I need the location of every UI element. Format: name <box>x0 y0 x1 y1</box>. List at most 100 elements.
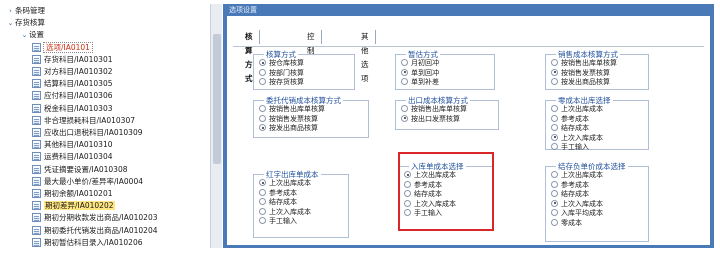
radio-option-label: 按仓库核算 <box>269 59 304 67</box>
radio-option[interactable]: 按销售出库单核算 <box>551 59 617 68</box>
tree-folder[interactable]: ⌄ 设置 <box>20 28 44 41</box>
tab-other-options[interactable]: 其他选项 <box>355 30 376 83</box>
radio-unselected-icon[interactable] <box>551 180 558 188</box>
radio-unselected-icon[interactable] <box>259 207 266 215</box>
group-zero-cost-outbound: 零成本出库选择 上次出库成本 参考成本 结存成本 上次入库成本 手工输入 <box>545 96 649 152</box>
tree-item[interactable]: 其他科目/IA010310 <box>32 138 113 151</box>
radio-option[interactable]: 参考成本 <box>259 188 297 198</box>
tab-control-method[interactable]: 控制方式 <box>301 30 322 83</box>
radio-option[interactable]: 上次出库成本 <box>551 105 603 114</box>
radio-option[interactable]: 按出口发票核算 <box>401 114 460 124</box>
radio-option[interactable]: 按发出商品核算 <box>551 78 610 87</box>
radio-unselected-icon[interactable] <box>259 105 266 112</box>
radio-option[interactable]: 月初回冲 <box>401 59 439 68</box>
radio-selected-icon[interactable] <box>259 124 266 132</box>
radio-option[interactable]: 结存成本 <box>551 124 589 133</box>
radio-unselected-icon[interactable] <box>551 78 558 86</box>
tab-costing-method[interactable]: 核算方式 <box>239 30 260 83</box>
radio-unselected-icon[interactable] <box>259 198 266 206</box>
radio-option[interactable]: 按销售出库单核算 <box>259 105 325 114</box>
navigation-tree: › 条码管理 ⌄ 存货核算 ⌄ 设置 选项/IA0101 存货科目/IA010301 对方科目/… <box>4 4 209 248</box>
radio-selected-icon[interactable] <box>551 133 558 141</box>
tree-item[interactable]: 期初差异/IA010202 <box>32 199 115 212</box>
radio-option[interactable]: 结存成本 <box>551 190 589 199</box>
document-icon <box>32 67 41 76</box>
radio-unselected-icon[interactable] <box>551 59 558 66</box>
radio-unselected-icon[interactable] <box>259 217 266 225</box>
radio-option[interactable]: 按发出商品核算 <box>259 124 318 133</box>
radio-unselected-icon[interactable] <box>259 114 266 122</box>
radio-unselected-icon[interactable] <box>551 209 558 217</box>
radio-selected-icon[interactable] <box>551 199 558 207</box>
tree-item-label: 期初余额/IA010201 <box>44 189 113 198</box>
tree-item[interactable]: 期初余额/IA010201 <box>32 187 113 200</box>
radio-option[interactable]: 按销售发票核算 <box>551 68 610 78</box>
radio-selected-icon[interactable] <box>259 179 266 186</box>
tree-item[interactable]: 选项/IA0101 <box>32 41 93 54</box>
chevron-down-icon[interactable]: ⌄ <box>6 17 15 30</box>
tree-item[interactable]: 最大最小单价/差异率/IA0004 <box>32 175 143 188</box>
radio-unselected-icon[interactable] <box>551 114 558 122</box>
radio-selected-icon[interactable] <box>401 68 408 76</box>
tree-item[interactable]: 期初分期收款发出商品/IA010203 <box>32 211 158 224</box>
tree-item[interactable]: 凭证摘要设置/IA010308 <box>32 163 128 176</box>
radio-unselected-icon[interactable] <box>401 105 408 112</box>
tree-item[interactable]: 非合理损耗科目/IA010307 <box>32 114 135 127</box>
radio-option[interactable]: 按销售出库单核算 <box>401 105 467 114</box>
radio-option[interactable]: 上次出库成本 <box>551 171 603 180</box>
radio-unselected-icon[interactable] <box>551 105 558 112</box>
radio-option[interactable]: 上次入库成本 <box>551 199 603 209</box>
radio-option[interactable]: 按仓库核算 <box>259 59 304 68</box>
tree-scrollbar[interactable] <box>210 4 222 248</box>
radio-unselected-icon[interactable] <box>551 124 558 132</box>
radio-selected-icon[interactable] <box>401 114 408 122</box>
radio-option[interactable]: 手工输入 <box>259 217 297 226</box>
radio-selected-icon[interactable] <box>259 59 266 66</box>
radio-option[interactable]: 上次入库成本 <box>259 207 311 217</box>
tree-item[interactable]: 税金科目/IA010303 <box>32 102 113 115</box>
radio-option[interactable]: 单到回冲 <box>401 68 439 78</box>
tree-item[interactable]: 应收出口退税科目/IA010309 <box>32 126 143 139</box>
tree-folder[interactable]: ⌄ 存货核算 <box>6 16 45 29</box>
tree-item[interactable]: 运费科目/IA010304 <box>32 150 113 163</box>
tree-item-label: 最大最小单价/差异率/IA0004 <box>44 176 143 186</box>
radio-unselected-icon[interactable] <box>259 68 266 76</box>
radio-option[interactable]: 单到补差 <box>401 78 439 87</box>
chevron-down-icon[interactable]: ⌄ <box>20 29 29 42</box>
tree-item[interactable]: 结算科目/IA010305 <box>32 77 113 90</box>
scrollbar-thumb[interactable] <box>213 34 221 164</box>
tree-item[interactable]: 对方科目/IA010302 <box>32 65 113 78</box>
radio-unselected-icon[interactable] <box>551 219 558 226</box>
tree-item[interactable]: 期初委托代销发出商品/IA010204 <box>32 224 158 237</box>
radio-option[interactable]: 手工输入 <box>551 143 589 152</box>
radio-option[interactable]: 入库平均成本 <box>551 209 603 218</box>
radio-selected-icon[interactable] <box>551 68 558 76</box>
radio-unselected-icon[interactable] <box>401 78 408 86</box>
radio-option[interactable]: 上次入库成本 <box>551 133 603 143</box>
tree-folder[interactable]: › 条码管理 <box>6 4 45 17</box>
tree-item[interactable]: 存货科目/IA010301 <box>32 53 113 66</box>
radio-unselected-icon[interactable] <box>551 143 558 151</box>
radio-unselected-icon[interactable] <box>401 59 408 66</box>
radio-option-label: 上次出库成本 <box>561 171 603 179</box>
radio-unselected-icon[interactable] <box>551 171 558 178</box>
radio-option-label: 上次出库成本 <box>269 179 311 187</box>
tree-item[interactable]: 期初暂估科目录入/IA010206 <box>32 236 143 248</box>
radio-unselected-icon[interactable] <box>259 188 266 196</box>
radio-option[interactable]: 上次出库成本 <box>259 179 311 188</box>
tree-item[interactable]: 应付科目/IA010306 <box>32 89 113 102</box>
group-title: 出口成本核算方式 <box>406 96 470 105</box>
radio-option[interactable]: 按存货核算 <box>259 78 304 87</box>
radio-option[interactable]: 结存成本 <box>259 198 297 207</box>
radio-unselected-icon[interactable] <box>259 78 266 86</box>
radio-option[interactable]: 按部门核算 <box>259 68 304 78</box>
radio-option[interactable]: 零成本 <box>551 219 582 228</box>
radio-option[interactable]: 按销售发票核算 <box>259 114 318 124</box>
radio-option[interactable]: 参考成本 <box>551 180 589 190</box>
document-icon <box>32 176 41 186</box>
radio-option[interactable]: 参考成本 <box>551 114 589 124</box>
radio-unselected-icon[interactable] <box>551 190 558 198</box>
document-icon <box>32 164 41 174</box>
radio-option-label: 入库平均成本 <box>561 209 603 218</box>
group-title: 核算方式 <box>264 50 298 59</box>
